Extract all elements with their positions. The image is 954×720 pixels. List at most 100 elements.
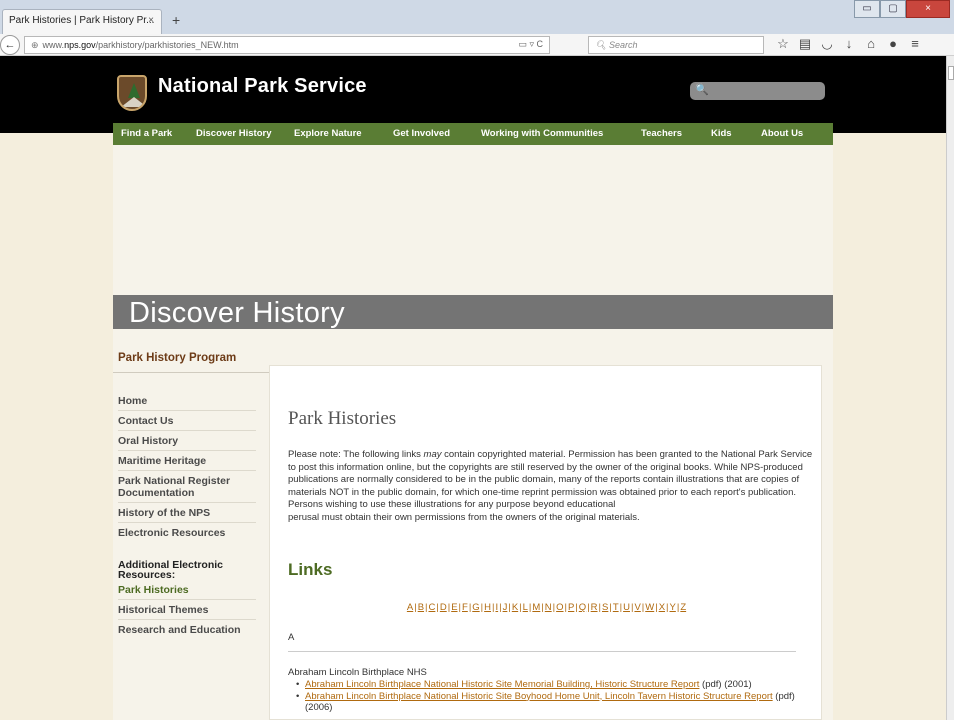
browser-tab[interactable]: Park Histories | Park History Pr... × [2,9,162,34]
url-bar[interactable]: ⊕ www.nps.gov/parkhistory/parkhistories_N… [24,36,550,54]
browser-search-input[interactable]: 🔍︎ Search [588,36,764,54]
sidebar-item-history-of-nps[interactable]: History of the NPS [118,503,256,523]
new-tab-button[interactable]: + [172,12,180,28]
report-link[interactable]: Abraham Lincoln Birthplace National Hist… [305,679,699,690]
mountain-shape [121,97,145,107]
url-domain: nps.gov [64,40,96,50]
links-heading: Links [288,560,333,579]
sidebar: Home Contact Us Oral History Maritime He… [118,391,256,639]
web-page: National Park Service 🔍 Find a Park Disc… [0,56,946,720]
nav-explore-nature[interactable]: Explore Nature [294,123,393,145]
notice-text-1: Please note: The following links [288,449,424,460]
list-item: Abraham Lincoln Birthplace National Hist… [296,679,816,691]
alphabet-link[interactable]: T [613,602,619,613]
alphabet-link[interactable]: M [532,602,540,613]
alphabet-link[interactable]: X [659,602,665,613]
close-window-button[interactable]: × [906,0,950,18]
alphabet-separator: | [666,602,669,613]
nav-discover-history[interactable]: Discover History [196,123,294,145]
sidebar-item-home[interactable]: Home [118,391,256,411]
download-icon[interactable]: ↓ [842,36,856,52]
alphabet-index: A|B|C|D|E|F|G|H|I|J|K|L|M|N|O|P|Q|R|S|T|… [270,602,823,613]
alphabet-separator: | [587,602,590,613]
nav-get-involved[interactable]: Get Involved [393,123,481,145]
alphabet-separator: | [552,602,556,613]
back-button[interactable]: ← [0,35,20,55]
alphabet-separator: | [519,602,522,613]
sidebar-item-research-education[interactable]: Research and Education [118,620,256,639]
divider [288,651,796,652]
divider [113,372,269,373]
alphabet-link[interactable]: J [503,602,508,613]
minimize-button[interactable]: ▭ [854,0,880,18]
search-icon: 🔍 [695,84,709,96]
nav-about-us[interactable]: About Us [761,123,821,145]
globe-icon: ⊕ [31,40,39,50]
chat-icon[interactable]: ● [886,36,900,52]
reader-reload-icons[interactable]: ▭ ▿ C [518,39,543,50]
sidebar-item-maritime-heritage[interactable]: Maritime Heritage [118,451,256,471]
alphabet-link[interactable]: Q [579,602,586,613]
alphabet-link[interactable]: R [591,602,598,613]
menu-icon[interactable]: ≡ [908,36,922,52]
alphabet-link[interactable]: S [602,602,608,613]
sidebar-heading[interactable]: Park History Program [118,352,236,364]
site-title[interactable]: National Park Service [158,75,367,98]
alphabet-link[interactable]: E [451,602,457,613]
tab-close-icon[interactable]: × [148,15,154,26]
page-scrollbar[interactable] [946,56,954,720]
alphabet-link[interactable]: U [623,602,630,613]
banner-title: Discover History [129,297,345,329]
alphabet-link[interactable]: P [568,602,574,613]
nav-working-with-communities[interactable]: Working with Communities [481,123,641,145]
bookmark-icon[interactable]: ▤ [798,36,812,52]
alphabet-link[interactable]: F [462,602,468,613]
alphabet-separator: | [425,602,428,613]
alphabet-separator: | [619,602,623,613]
nps-arrowhead-logo[interactable] [117,75,147,111]
sidebar-item-oral-history[interactable]: Oral History [118,431,256,451]
alphabet-link[interactable]: N [545,602,552,613]
sidebar-item-park-histories[interactable]: Park Histories [118,580,256,600]
nav-teachers[interactable]: Teachers [641,123,711,145]
alphabet-link[interactable]: O [556,602,563,613]
site-search-input[interactable]: 🔍 [690,82,825,100]
alphabet-separator: | [575,602,578,613]
sidebar-subheading: Additional Electronic Resources: [118,559,224,581]
alphabet-link[interactable]: B [418,602,424,613]
alphabet-link[interactable]: Z [680,602,686,613]
alphabet-link[interactable]: L [523,602,528,613]
home-icon[interactable]: ⌂ [864,36,878,52]
alphabet-link[interactable]: V [634,602,640,613]
alphabet-link[interactable]: I [495,602,498,613]
alphabet-link[interactable]: K [512,602,518,613]
report-meta: (pdf) (2001) [699,679,752,690]
alphabet-link[interactable]: A [407,602,413,613]
alphabet-separator: | [541,602,544,613]
alphabet-link[interactable]: H [484,602,491,613]
sidebar-item-electronic-resources[interactable]: Electronic Resources [118,523,256,542]
alphabet-link[interactable]: D [440,602,447,613]
scrollbar-thumb[interactable] [948,66,954,80]
notice-emphasis: may [423,449,442,460]
page-title: Park Histories [288,408,397,429]
pocket-icon[interactable]: ◡ [820,36,834,52]
alphabet-separator: | [641,602,645,613]
alphabet-link[interactable]: G [472,602,479,613]
nav-find-a-park[interactable]: Find a Park [113,123,196,145]
sidebar-item-contact-us[interactable]: Contact Us [118,411,256,431]
maximize-button[interactable]: ▢ [880,0,906,18]
alphabet-link[interactable]: C [429,602,436,613]
report-link[interactable]: Abraham Lincoln Birthplace National Hist… [305,691,773,702]
nav-kids[interactable]: Kids [711,123,761,145]
section-banner: Discover History [113,295,833,329]
sidebar-item-park-national-register[interactable]: Park National Register Documentation [118,471,256,503]
url-path: /parkhistory/parkhistories_NEW.htm [95,40,239,50]
main-nav: Find a Park Discover History Explore Nat… [113,123,833,145]
star-icon[interactable]: ☆ [776,36,790,52]
sidebar-item-historical-themes[interactable]: Historical Themes [118,600,256,620]
alphabet-link[interactable]: W [645,602,654,613]
search-placeholder: Search [608,40,638,50]
tree-shape [128,83,140,98]
alphabet-link[interactable]: Y [670,602,676,613]
